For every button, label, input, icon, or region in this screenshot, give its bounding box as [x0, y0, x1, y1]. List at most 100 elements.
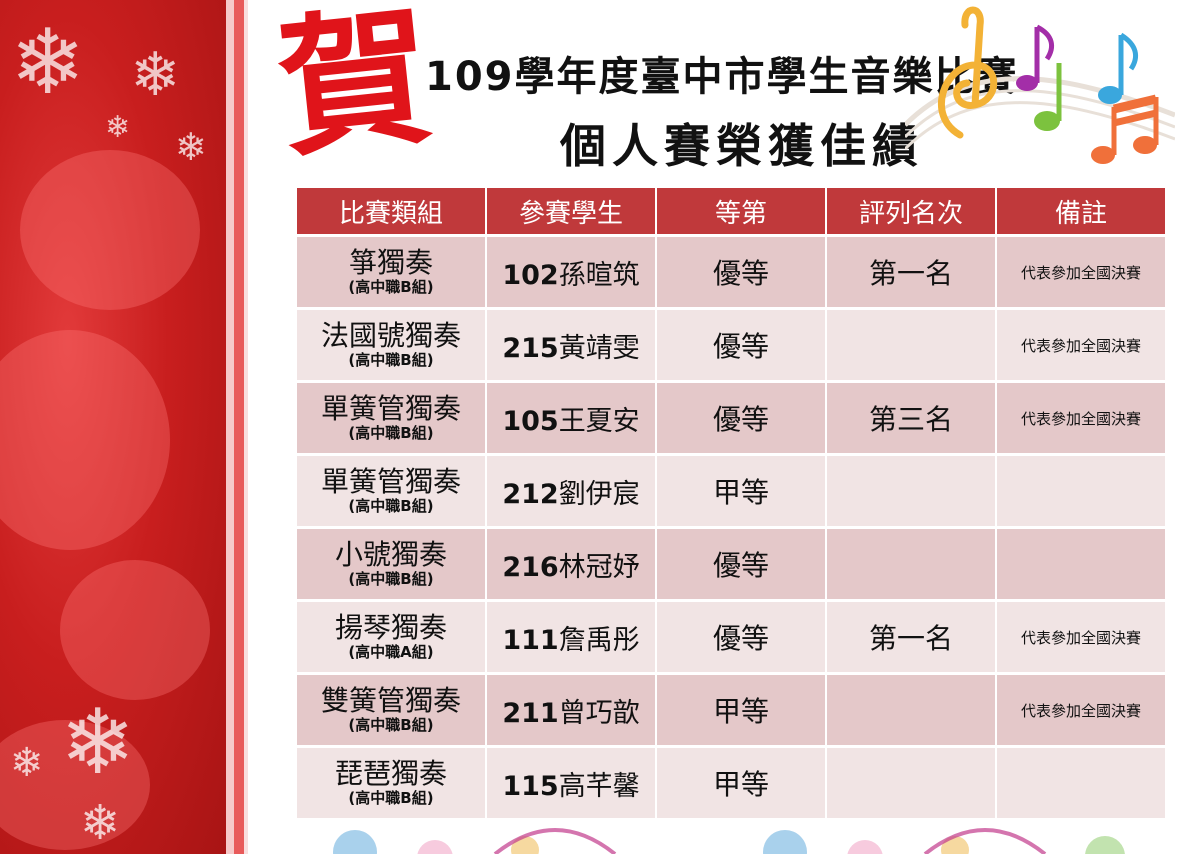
student-cell: 111詹禹彤 [487, 602, 655, 675]
student-name: 林冠妤 [558, 551, 640, 583]
category-name: 箏獨奏 [348, 245, 433, 279]
table-row: 箏獨奏 (高中職B組) 102孫暄筑 優等 第一名 代表參加全國決賽 [297, 237, 1165, 310]
category-name: 法國號獨奏 [320, 318, 461, 352]
column-header-note: 備註 [997, 188, 1165, 237]
table-row: 單簧管獨奏 (高中職B組) 212劉伊宸 甲等 [297, 456, 1165, 529]
category-name: 單簧管獨奏 [320, 464, 461, 498]
student-name: 王夏安 [558, 405, 640, 437]
snowflake-icon: ❄ [10, 10, 86, 115]
side-stripe [244, 0, 248, 854]
table-row: 揚琴獨奏 (高中職A組) 111詹禹彤 優等 第一名 代表參加全國決賽 [297, 602, 1165, 675]
student-number: 115 [502, 770, 559, 802]
student-cell: 212劉伊宸 [487, 456, 655, 529]
rank-cell [827, 675, 995, 748]
division-label: (高中職B組) [348, 424, 434, 443]
congratulations-character: 賀 [271, 0, 439, 179]
rank-cell [827, 529, 995, 602]
rank-cell [827, 456, 995, 529]
snowflake-icon: ❄ [175, 125, 207, 169]
category-cell: 揚琴獨奏 (高中職A組) [297, 602, 485, 675]
division-label: (高中職B組) [348, 716, 434, 735]
student-cell: 102孫暄筑 [487, 237, 655, 310]
student-number: 211 [502, 697, 559, 729]
division-label: (高中職A組) [348, 643, 434, 662]
division-label: (高中職B組) [348, 278, 434, 297]
grade-cell: 甲等 [657, 456, 825, 529]
note-cell [997, 456, 1165, 529]
bottom-decoration [333, 828, 1125, 854]
category-name: 小號獨奏 [334, 537, 447, 571]
snowflake-icon: ❄ [60, 690, 136, 795]
student-name: 曾巧歆 [558, 697, 640, 729]
category-name: 單簧管獨奏 [320, 391, 461, 425]
rank-cell: 第三名 [827, 383, 995, 456]
student-number: 111 [502, 624, 559, 656]
student-name: 高芊馨 [558, 770, 640, 802]
note-cell: 代表參加全國決賽 [997, 310, 1165, 383]
student-name: 黃靖雯 [558, 332, 640, 364]
student-cell: 216林冠妤 [487, 529, 655, 602]
category-cell: 小號獨奏 (高中職B組) [297, 529, 485, 602]
grade-cell: 優等 [657, 310, 825, 383]
table-header-row: 比賽類組 參賽學生 等第 評列名次 備註 [297, 188, 1165, 237]
column-header-category: 比賽類組 [297, 188, 485, 237]
table-row: 小號獨奏 (高中職B組) 216林冠妤 優等 [297, 529, 1165, 602]
rank-cell [827, 748, 995, 821]
division-label: (高中職B組) [348, 497, 434, 516]
division-label: (高中職B組) [348, 789, 434, 808]
note-cell [997, 529, 1165, 602]
table-row: 雙簧管獨奏 (高中職B組) 211曾巧歆 甲等 代表參加全國決賽 [297, 675, 1165, 748]
student-name: 孫暄筑 [558, 259, 640, 291]
table-row: 單簧管獨奏 (高中職B組) 105王夏安 優等 第三名 代表參加全國決賽 [297, 383, 1165, 456]
student-number: 212 [502, 478, 559, 510]
grade-cell: 優等 [657, 237, 825, 310]
student-cell: 105王夏安 [487, 383, 655, 456]
grade-cell: 甲等 [657, 675, 825, 748]
student-number: 215 [502, 332, 559, 364]
side-stripe [226, 0, 234, 854]
student-number: 216 [502, 551, 559, 583]
rank-cell: 第一名 [827, 602, 995, 675]
category-name: 揚琴獨奏 [334, 610, 447, 644]
snowflake-icon: ❄ [105, 110, 131, 145]
student-name: 劉伊宸 [558, 478, 640, 510]
column-header-rank: 評列名次 [827, 188, 995, 237]
rank-cell: 第一名 [827, 237, 995, 310]
grade-cell: 甲等 [657, 748, 825, 821]
division-label: (高中職B組) [348, 351, 434, 370]
student-number: 102 [502, 259, 559, 291]
division-label: (高中職B組) [348, 570, 434, 589]
category-cell: 法國號獨奏 (高中職B組) [297, 310, 485, 383]
note-cell: 代表參加全國決賽 [997, 383, 1165, 456]
column-header-grade: 等第 [657, 188, 825, 237]
category-name: 琵琶獨奏 [334, 756, 447, 790]
grade-cell: 優等 [657, 529, 825, 602]
snowflake-icon: ❄ [80, 795, 121, 851]
note-cell [997, 748, 1165, 821]
snowflake-icon: ❄ [10, 740, 44, 786]
note-cell: 代表參加全國決賽 [997, 602, 1165, 675]
student-cell: 211曾巧歆 [487, 675, 655, 748]
music-notes-icon [905, 6, 1175, 164]
column-header-student: 參賽學生 [487, 188, 655, 237]
note-cell: 代表參加全國決賽 [997, 237, 1165, 310]
category-name: 雙簧管獨奏 [320, 683, 461, 717]
student-cell: 115高芊馨 [487, 748, 655, 821]
grade-cell: 優等 [657, 602, 825, 675]
page-subtitle: 個人賽榮獲佳績 [560, 119, 924, 173]
table-row: 法國號獨奏 (高中職B組) 215黃靖雯 優等 代表參加全國決賽 [297, 310, 1165, 383]
category-cell: 單簧管獨奏 (高中職B組) [297, 383, 485, 456]
results-table: 比賽類組 參賽學生 等第 評列名次 備註 箏獨奏 (高中職B組) 102孫暄筑 優… [295, 188, 1167, 821]
student-cell: 215黃靖雯 [487, 310, 655, 383]
category-cell: 箏獨奏 (高中職B組) [297, 237, 485, 310]
table-row: 琵琶獨奏 (高中職B組) 115高芊馨 甲等 [297, 748, 1165, 821]
rank-cell [827, 310, 995, 383]
student-number: 105 [502, 405, 559, 437]
grade-cell: 優等 [657, 383, 825, 456]
category-cell: 雙簧管獨奏 (高中職B組) [297, 675, 485, 748]
side-stripe [234, 0, 244, 854]
note-cell: 代表參加全國決賽 [997, 675, 1165, 748]
category-cell: 單簧管獨奏 (高中職B組) [297, 456, 485, 529]
student-name: 詹禹彤 [558, 624, 640, 656]
snowflake-icon: ❄ [130, 40, 181, 110]
